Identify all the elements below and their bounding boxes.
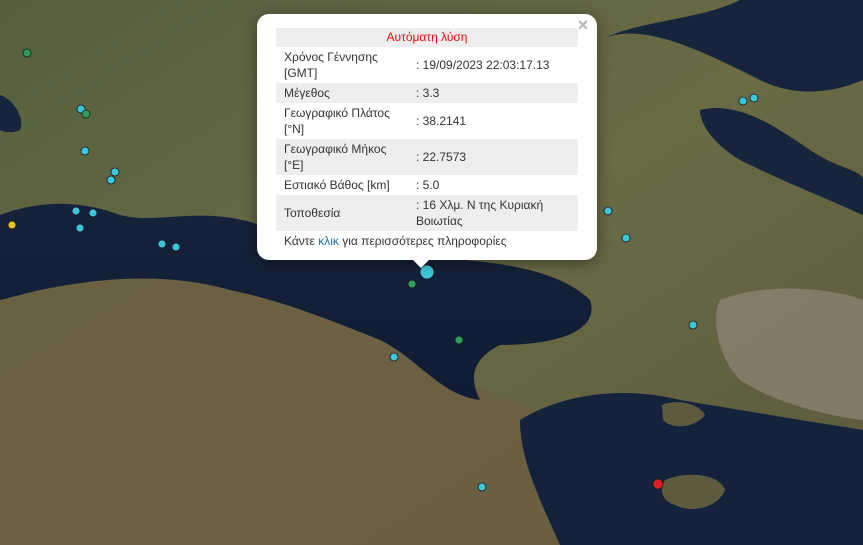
- row-label: Μέγεθος: [284, 86, 330, 100]
- earthquake-marker[interactable]: [171, 242, 181, 252]
- earthquake-marker[interactable]: [80, 146, 90, 156]
- table-row: Γεωγραφικό Πλάτος [°N] : 38.2141: [276, 103, 578, 139]
- earthquake-marker[interactable]: [749, 93, 759, 103]
- row-value: : 3.3: [416, 86, 440, 100]
- earthquake-info-popup: × Αυτόματη λύση Χρόνος Γέννησης [GMT]: 1…: [257, 14, 597, 260]
- earthquake-marker[interactable]: [477, 482, 487, 492]
- earthquake-marker[interactable]: [621, 233, 631, 243]
- row-value: : 38.2141: [416, 114, 467, 128]
- row-value: : 22.7573: [416, 150, 467, 164]
- earthquake-marker[interactable]: [88, 208, 98, 218]
- earthquake-marker[interactable]: [106, 175, 116, 185]
- row-value: : 5.0: [416, 178, 440, 192]
- more-info-text: Κάντε κλικ για περισσότερες πληροφορίες: [276, 231, 578, 251]
- popup-title: Αυτόματη λύση: [276, 28, 578, 47]
- row-value: : 16 Χλμ. N της Κυριακή Βοιωτίας: [416, 198, 544, 228]
- popup-tip: [411, 258, 431, 268]
- table-row: Τοποθεσία : 16 Χλμ. N της Κυριακή Βοιωτία…: [276, 195, 578, 231]
- table-row: Χρόνος Γέννησης [GMT] : 19/09/2023 22:03:…: [276, 47, 578, 83]
- earthquake-marker[interactable]: [603, 206, 613, 216]
- earthquake-marker[interactable]: [71, 206, 81, 216]
- info-table: Χρόνος Γέννησης [GMT] : 19/09/2023 22:03:…: [276, 47, 578, 231]
- earthquake-marker[interactable]: [110, 167, 120, 177]
- earthquake-marker[interactable]: [652, 478, 664, 490]
- earthquake-marker[interactable]: [389, 352, 399, 362]
- table-row: Μέγεθος : 3.3: [276, 83, 578, 103]
- earthquake-marker[interactable]: [75, 223, 85, 233]
- row-label: Γεωγραφικό Πλάτος [°N]: [284, 106, 390, 136]
- row-label: Γεωγραφικό Μήκος [°E]: [284, 142, 387, 172]
- earthquake-marker[interactable]: [81, 109, 91, 119]
- earthquake-marker[interactable]: [22, 48, 32, 58]
- table-row: Εστιακό Βάθος [km] : 5.0: [276, 175, 578, 195]
- row-label: Τοποθεσία: [284, 206, 341, 220]
- earthquake-marker[interactable]: [407, 279, 417, 289]
- row-label: Χρόνος Γέννησης [GMT]: [284, 50, 378, 80]
- more-suffix: για περισσότερες πληροφορίες: [338, 234, 507, 248]
- earthquake-marker[interactable]: [7, 220, 17, 230]
- earthquake-marker[interactable]: [738, 96, 748, 106]
- earthquake-marker[interactable]: [454, 335, 464, 345]
- row-label: Εστιακό Βάθος [km]: [284, 178, 390, 192]
- more-prefix: Κάντε: [284, 234, 319, 248]
- earthquake-marker[interactable]: [157, 239, 167, 249]
- more-info-link[interactable]: κλικ: [318, 234, 339, 248]
- row-value: : 19/09/2023 22:03:17.13: [416, 58, 550, 72]
- table-row: Γεωγραφικό Μήκος [°E] : 22.7573: [276, 139, 578, 175]
- earthquake-marker[interactable]: [688, 320, 698, 330]
